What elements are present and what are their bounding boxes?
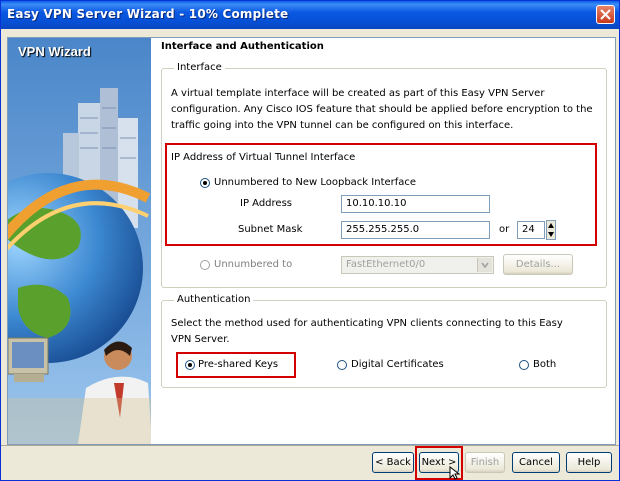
interface-select-value: FastEthernet0/0 [346,259,426,270]
interface-description: A virtual template interface will be cre… [171,88,593,131]
unnumbered-to-label: Unnumbered to [214,259,293,270]
both-radio[interactable] [519,360,529,370]
preshared-keys-radio[interactable] [185,360,195,370]
close-icon [600,9,611,20]
window-title: Easy VPN Server Wizard - 10% Complete [7,7,289,21]
ip-address-label: IP Address [240,198,292,209]
or-label: or [499,224,510,235]
unnumbered-loopback-radio[interactable] [200,178,210,188]
prefix-spinner[interactable] [546,220,556,240]
wizard-illustration: VPN Wizard [7,37,153,445]
back-button[interactable]: < Back [372,452,414,473]
chevron-down-icon [477,258,492,272]
wizard-sidebar-title: VPN Wizard [18,44,91,59]
preshared-keys-label: Pre-shared Keys [198,359,279,370]
interface-select[interactable]: FastEthernet0/0 [341,256,494,274]
authentication-description: Select the method used for authenticatin… [171,318,563,345]
prefix-length-input[interactable]: 24 [517,221,545,239]
interface-legend: Interface [174,62,225,73]
title-bar[interactable]: Easy VPN Server Wizard - 10% Complete [1,1,619,29]
digital-certificates-radio[interactable] [337,360,347,370]
mouse-cursor-icon [449,466,460,480]
help-button[interactable]: Help [566,452,612,473]
ip-section-title: IP Address of Virtual Tunnel Interface [171,152,356,163]
vpn-illustration-graphic [8,38,152,444]
wizard-window: Easy VPN Server Wizard - 10% Complete VP… [0,0,620,481]
finish-button[interactable]: Finish [465,452,505,473]
unnumbered-to-radio[interactable] [200,260,210,270]
section-title: Interface and Authentication [161,41,324,52]
ip-address-input[interactable]: 10.10.10.10 [341,195,490,213]
spinner-arrows-icon [548,223,554,237]
close-button[interactable] [596,5,615,24]
subnet-mask-label: Subnet Mask [238,224,303,235]
authentication-legend: Authentication [174,294,254,305]
unnumbered-loopback-label: Unnumbered to New Loopback Interface [214,177,417,188]
digital-certificates-label: Digital Certificates [351,359,444,370]
cancel-button[interactable]: Cancel [512,452,560,473]
details-button[interactable]: Details... [503,254,573,275]
both-label: Both [533,359,557,370]
subnet-mask-input[interactable]: 255.255.255.0 [341,221,490,239]
footer-divider [1,445,619,446]
